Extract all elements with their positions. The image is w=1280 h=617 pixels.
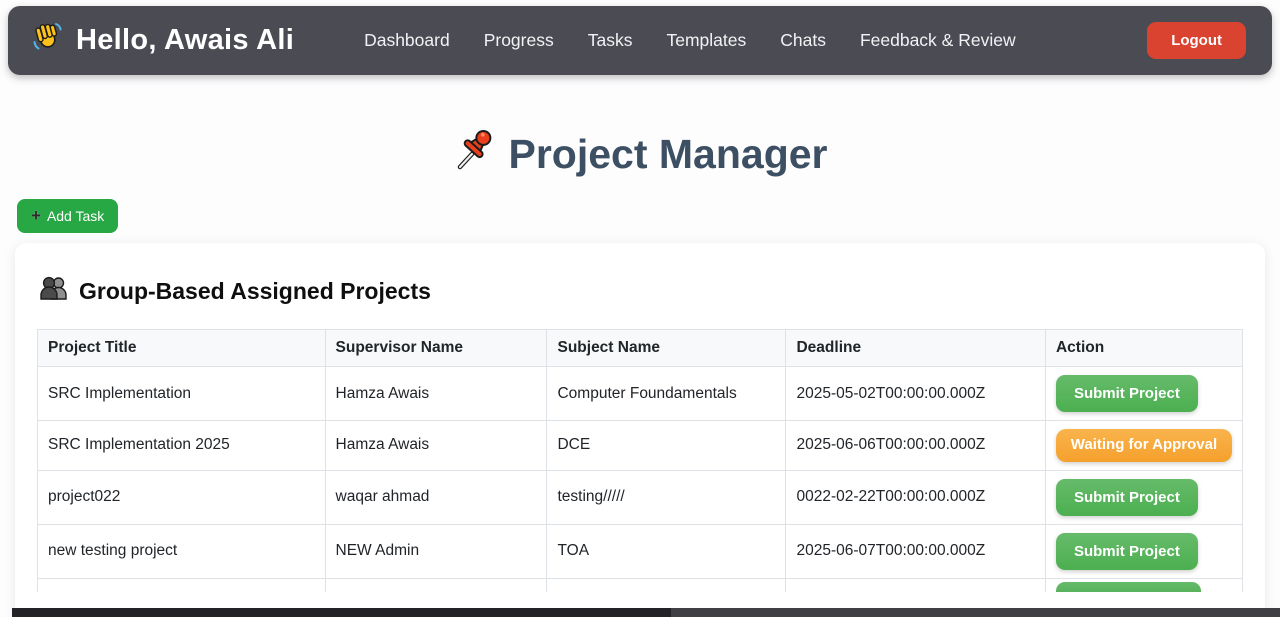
nav-item-templates[interactable]: Templates bbox=[666, 30, 746, 51]
navbar: Hello, Awais Ali Dashboard Progress Task… bbox=[8, 6, 1272, 75]
cell-deadline: 2025-06-06T00:00:00.000Z bbox=[786, 421, 1045, 471]
horizontal-scrollbar-thumb[interactable] bbox=[12, 608, 671, 617]
logout-button[interactable]: Logout bbox=[1147, 22, 1246, 59]
add-task-label: Add Task bbox=[47, 208, 104, 224]
column-header-project-title: Project Title bbox=[38, 330, 326, 367]
table-row: SRC ImplementationHamza AwaisComputer Fo… bbox=[38, 367, 1243, 421]
cell-subject-name: DCE bbox=[547, 421, 786, 471]
cell-deadline: 2025-05-02T00:00:00.000Z bbox=[786, 367, 1045, 421]
wave-icon bbox=[30, 20, 64, 62]
cell-project-title: project022 bbox=[38, 470, 326, 524]
card-heading-text: Group-Based Assigned Projects bbox=[79, 278, 431, 305]
projects-table-partial bbox=[38, 578, 1243, 592]
column-header-action: Action bbox=[1045, 330, 1242, 367]
cell-supervisor-name: waqar ahmad bbox=[325, 470, 547, 524]
cell-project-title: SRC Implementation 2025 bbox=[38, 421, 326, 471]
plus-icon: + bbox=[31, 209, 41, 223]
cell-deadline: 2025-06-07T00:00:00.000Z bbox=[786, 524, 1045, 578]
nav-links: Dashboard Progress Tasks Templates Chats… bbox=[364, 30, 1016, 51]
waiting-for-approval-button[interactable]: Waiting for Approval bbox=[1056, 429, 1232, 462]
card-heading: Group-Based Assigned Projects bbox=[39, 275, 1243, 307]
cell-project-title: SRC Implementation bbox=[38, 367, 326, 421]
nav-item-chats[interactable]: Chats bbox=[780, 30, 826, 51]
nav-item-feedback-review[interactable]: Feedback & Review bbox=[860, 30, 1016, 51]
projects-table-body: SRC ImplementationHamza AwaisComputer Fo… bbox=[38, 367, 1243, 579]
table-row: project022waqar ahmadtesting/////0022-02… bbox=[38, 470, 1243, 524]
nav-item-dashboard[interactable]: Dashboard bbox=[364, 30, 450, 51]
add-task-button[interactable]: + Add Task bbox=[17, 199, 118, 233]
cell-action: Submit Project bbox=[1045, 367, 1242, 421]
navbar-greeting: Hello, Awais Ali bbox=[30, 20, 294, 62]
page-title: Project Manager bbox=[0, 127, 1280, 181]
column-header-deadline: Deadline bbox=[786, 330, 1045, 367]
horizontal-scrollbar[interactable] bbox=[12, 608, 1280, 617]
cell-deadline: 0022-02-22T00:00:00.000Z bbox=[786, 470, 1045, 524]
cell-action: Submit Project bbox=[1045, 524, 1242, 578]
projects-table-header: Project Title Supervisor Name Subject Na… bbox=[38, 330, 1243, 367]
cell-subject-name: Computer Foundamentals bbox=[547, 367, 786, 421]
cell-supervisor-name: NEW Admin bbox=[325, 524, 547, 578]
cell-subject-name: testing///// bbox=[547, 470, 786, 524]
table-row-partial bbox=[38, 578, 1243, 592]
column-header-supervisor-name: Supervisor Name bbox=[325, 330, 547, 367]
users-icon bbox=[39, 275, 69, 307]
table-row: SRC Implementation 2025Hamza AwaisDCE202… bbox=[38, 421, 1243, 471]
projects-table: Project Title Supervisor Name Subject Na… bbox=[37, 329, 1243, 592]
cell-project-title: new testing project bbox=[38, 524, 326, 578]
group-projects-card: Group-Based Assigned Projects Project Ti… bbox=[15, 243, 1265, 617]
cell-supervisor-name: Hamza Awais bbox=[325, 367, 547, 421]
submit-project-button[interactable]: Submit Project bbox=[1056, 533, 1198, 570]
column-header-subject-name: Subject Name bbox=[547, 330, 786, 367]
pushpin-icon bbox=[453, 127, 495, 181]
table-row: new testing projectNEW AdminTOA2025-06-0… bbox=[38, 524, 1243, 578]
greeting-text: Hello, Awais Ali bbox=[76, 24, 294, 57]
submit-project-button[interactable]: Submit Project bbox=[1056, 479, 1198, 516]
nav-item-progress[interactable]: Progress bbox=[484, 30, 554, 51]
cell-action: Submit Project bbox=[1045, 470, 1242, 524]
submit-project-button-clipped[interactable] bbox=[1056, 582, 1201, 592]
cell-action: Waiting for Approval bbox=[1045, 421, 1242, 471]
cell-supervisor-name: Hamza Awais bbox=[325, 421, 547, 471]
nav-item-tasks[interactable]: Tasks bbox=[588, 30, 633, 51]
page-title-text: Project Manager bbox=[509, 131, 828, 178]
cell-subject-name: TOA bbox=[547, 524, 786, 578]
submit-project-button[interactable]: Submit Project bbox=[1056, 375, 1198, 412]
